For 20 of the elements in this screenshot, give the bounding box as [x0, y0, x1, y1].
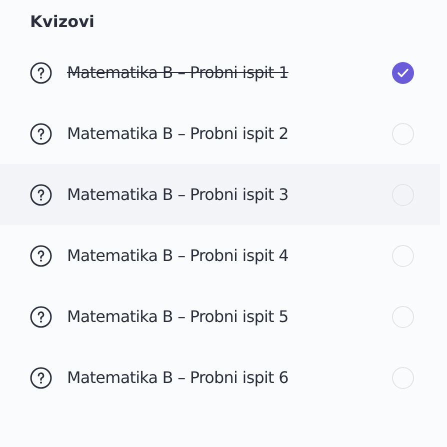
- completion-checkbox[interactable]: [392, 366, 414, 388]
- help-icon: [30, 244, 52, 266]
- help-icon: [30, 306, 52, 328]
- check-icon: [397, 68, 409, 78]
- quiz-title[interactable]: Matematika B – Probni ispit 6: [67, 368, 392, 387]
- help-icon: [30, 366, 52, 388]
- quiz-title[interactable]: Matematika B – Probni ispit 2: [67, 124, 392, 143]
- section-title: Kvizovi: [29, 11, 96, 33]
- completion-checkbox[interactable]: [392, 306, 414, 328]
- help-icon: [30, 62, 52, 84]
- quiz-row[interactable]: Matematika B – Probni ispit 3: [0, 164, 440, 225]
- quiz-title[interactable]: Matematika B – Probni ispit 5: [67, 307, 392, 326]
- quiz-title[interactable]: Matematika B – Probni ispit 4: [67, 246, 392, 265]
- completion-checkbox[interactable]: [392, 244, 414, 266]
- quiz-title[interactable]: Matematika B – Probni ispit 3: [67, 185, 392, 204]
- help-icon: [30, 184, 52, 206]
- completion-checkbox[interactable]: [392, 122, 414, 144]
- help-icon: [30, 122, 52, 144]
- completion-checkbox[interactable]: [392, 62, 414, 84]
- quiz-title[interactable]: Matematika B – Probni ispit 1: [67, 63, 392, 82]
